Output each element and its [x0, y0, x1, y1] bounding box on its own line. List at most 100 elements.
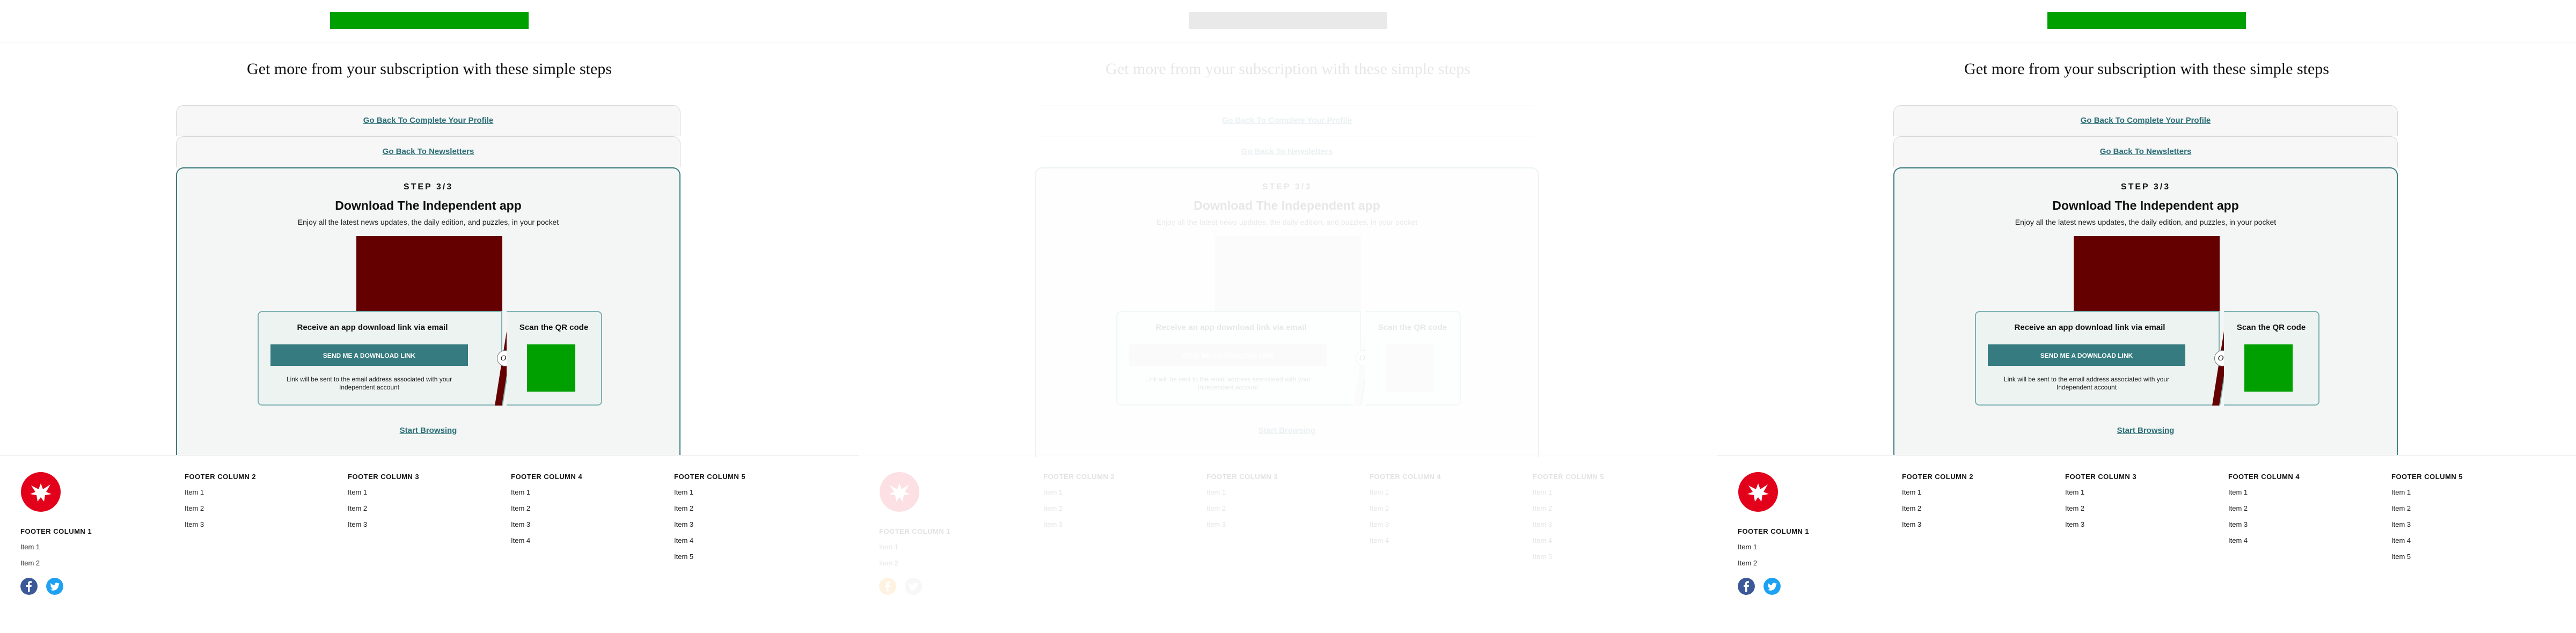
- newsletters-link[interactable]: Go Back To Newsletters: [2100, 147, 2192, 156]
- footer-column-3: FOOTER COLUMN 3 Item 1 Item 2 Item 3: [348, 473, 419, 535]
- footer-column-title: FOOTER COLUMN 5: [674, 473, 746, 481]
- footer-link[interactable]: Item 1: [1533, 487, 1604, 503]
- footer-link[interactable]: Item 1: [185, 487, 256, 503]
- qr-panel: Scan the QR code: [2224, 311, 2319, 406]
- footer-link[interactable]: Item 3: [185, 519, 256, 535]
- footer-link[interactable]: Item 3: [511, 519, 582, 535]
- footer-link[interactable]: Item 1: [348, 487, 419, 503]
- site-header: [859, 0, 1717, 42]
- footer-link[interactable]: Item 2: [185, 503, 256, 519]
- footer-column-title: FOOTER COLUMN 2: [1043, 473, 1115, 481]
- site-logo[interactable]: [1189, 12, 1387, 29]
- footer-link[interactable]: Item 1: [2065, 487, 2136, 503]
- footer-link[interactable]: Item 1: [2228, 487, 2300, 503]
- app-promo-image: [2074, 236, 2220, 311]
- footer-link[interactable]: Item 3: [1206, 519, 1278, 535]
- footer-link[interactable]: Item 2: [20, 558, 92, 574]
- footer-link[interactable]: Item 1: [1206, 487, 1278, 503]
- footer-link[interactable]: Item 2: [348, 503, 419, 519]
- site-logo[interactable]: [330, 12, 529, 29]
- send-download-link-button[interactable]: SEND ME A DOWNLOAD LINK: [1988, 344, 2185, 366]
- twitter-icon[interactable]: [46, 578, 63, 595]
- footer-link[interactable]: Item 3: [2065, 519, 2136, 535]
- footer-column-title: FOOTER COLUMN 5: [2391, 473, 2463, 481]
- footer-link[interactable]: Item 3: [1043, 519, 1115, 535]
- twitter-icon[interactable]: [1763, 578, 1781, 595]
- footer-link[interactable]: Item 2: [2228, 503, 2300, 519]
- step-description: Enjoy all the latest news updates, the d…: [2015, 218, 2277, 226]
- footer-link[interactable]: Item 5: [674, 551, 745, 568]
- footer-link[interactable]: Item 1: [20, 542, 92, 558]
- footer-link[interactable]: Item 4: [1370, 535, 1441, 551]
- facebook-icon[interactable]: [1738, 578, 1755, 595]
- send-download-link-button[interactable]: SEND ME A DOWNLOAD LINK: [1129, 344, 1327, 366]
- footer-link[interactable]: Item 1: [511, 487, 582, 503]
- footer-link[interactable]: Item 4: [2391, 535, 2463, 551]
- footer-link[interactable]: Item 3: [1902, 519, 1973, 535]
- start-browsing-link[interactable]: Start Browsing: [1036, 426, 1538, 435]
- step-description: Enjoy all the latest news updates, the d…: [1156, 218, 1418, 226]
- newsletters-step-card: Go Back To Newsletters: [1035, 136, 1539, 167]
- footer-link[interactable]: Item 2: [1043, 503, 1115, 519]
- footer-link[interactable]: Item 2: [674, 503, 745, 519]
- footer-column-title: FOOTER COLUMN 1: [879, 527, 951, 535]
- app-promo-image: [356, 236, 502, 311]
- footer-link[interactable]: Item 1: [1043, 487, 1115, 503]
- site-logo[interactable]: [2047, 12, 2246, 29]
- footer-link[interactable]: Item 2: [879, 558, 950, 574]
- footer-link[interactable]: Item 4: [674, 535, 745, 551]
- footer-link[interactable]: Item 1: [674, 487, 745, 503]
- footer-link[interactable]: Item 4: [1533, 535, 1604, 551]
- footer-link[interactable]: Item 2: [2065, 503, 2136, 519]
- facebook-icon[interactable]: [879, 578, 896, 595]
- frame-2: Get more from your subscription with the…: [859, 0, 1717, 633]
- footer-link[interactable]: Item 2: [2391, 503, 2463, 519]
- independent-eagle-logo[interactable]: [20, 472, 61, 512]
- footer-column-title: FOOTER COLUMN 3: [2065, 473, 2137, 481]
- footer-link[interactable]: Item 1: [1738, 542, 1809, 558]
- footer-link[interactable]: Item 2: [1738, 558, 1809, 574]
- footer-link[interactable]: Item 5: [2391, 551, 2463, 568]
- footer-link[interactable]: Item 3: [1533, 519, 1604, 535]
- send-download-link-button[interactable]: SEND ME A DOWNLOAD LINK: [270, 344, 468, 366]
- complete-profile-link[interactable]: Go Back To Complete Your Profile: [363, 116, 494, 125]
- footer-link[interactable]: Item 3: [2228, 519, 2300, 535]
- footer-link[interactable]: Item 2: [1533, 503, 1604, 519]
- footer-link[interactable]: Item 5: [1533, 551, 1604, 568]
- footer-link[interactable]: Item 3: [348, 519, 419, 535]
- complete-profile-link[interactable]: Go Back To Complete Your Profile: [2081, 116, 2211, 125]
- qr-panel-title: Scan the QR code: [1378, 323, 1447, 332]
- footer-link[interactable]: Item 2: [1902, 503, 1973, 519]
- newsletters-link[interactable]: Go Back To Newsletters: [1241, 147, 1333, 156]
- footer-column-title: FOOTER COLUMN 4: [2228, 473, 2300, 481]
- footer-link[interactable]: Item 1: [879, 542, 950, 558]
- footer-link[interactable]: Item 1: [2391, 487, 2463, 503]
- footer-column-title: FOOTER COLUMN 1: [1738, 527, 1810, 535]
- independent-eagle-logo[interactable]: [879, 472, 920, 512]
- footer-link[interactable]: Item 2: [1206, 503, 1278, 519]
- footer-link[interactable]: Item 2: [511, 503, 582, 519]
- footer-link[interactable]: Item 3: [1370, 519, 1441, 535]
- start-browsing-link[interactable]: Start Browsing: [1894, 426, 2397, 435]
- footer-link[interactable]: Item 1: [1902, 487, 1973, 503]
- twitter-icon[interactable]: [905, 578, 922, 595]
- complete-profile-link[interactable]: Go Back To Complete Your Profile: [1222, 116, 1352, 125]
- email-note: Link will be sent to the email address a…: [1145, 376, 1311, 391]
- footer-link[interactable]: Item 4: [2228, 535, 2300, 551]
- footer-link[interactable]: Item 3: [2391, 519, 2463, 535]
- qr-panel: Scan the QR code: [1365, 311, 1461, 406]
- email-download-panel: Receive an app download link via email S…: [258, 311, 502, 406]
- app-download-step-card: STEP 3/3 Download The Independent app En…: [1893, 167, 2398, 457]
- footer-link[interactable]: Item 3: [674, 519, 745, 535]
- independent-eagle-logo[interactable]: [1738, 472, 1779, 512]
- footer-link[interactable]: Item 4: [511, 535, 582, 551]
- facebook-icon[interactable]: [20, 578, 38, 595]
- footer-column-3: FOOTER COLUMN 3 Item 1 Item 2 Item 3: [2065, 473, 2136, 535]
- footer-column-4: FOOTER COLUMN 4 Item 1 Item 2 Item 3 Item 4: [1370, 473, 1441, 551]
- newsletters-link[interactable]: Go Back To Newsletters: [383, 147, 474, 156]
- footer-link[interactable]: Item 1: [1370, 487, 1441, 503]
- start-browsing-link[interactable]: Start Browsing: [177, 426, 679, 435]
- footer-column-title: FOOTER COLUMN 1: [20, 527, 92, 535]
- footer-column-title: FOOTER COLUMN 2: [185, 473, 257, 481]
- footer-link[interactable]: Item 2: [1370, 503, 1441, 519]
